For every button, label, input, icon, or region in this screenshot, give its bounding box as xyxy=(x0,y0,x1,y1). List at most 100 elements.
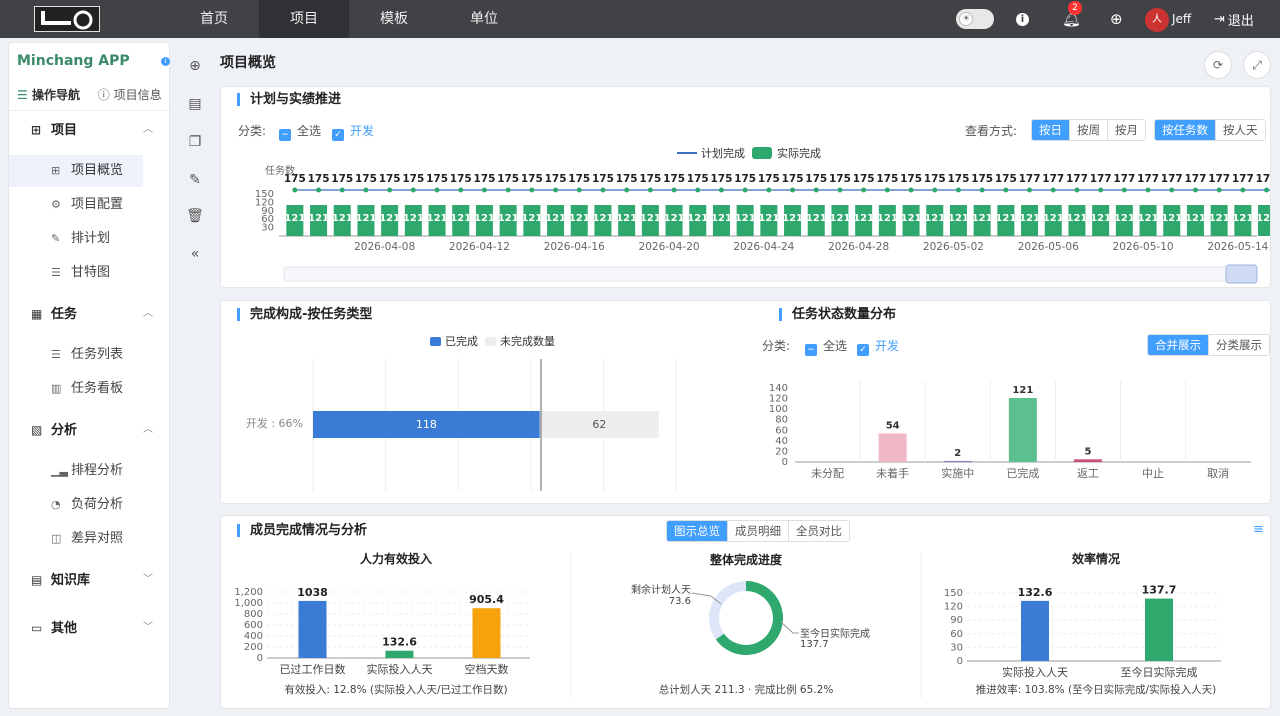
y-tick-label: 600 xyxy=(244,620,263,631)
panel-task-breakdown: 完成构成-按任务类型 任务状态数量分布 分类: − 全选 ✓ 开发 合并展示 分类展… xyxy=(220,300,1271,504)
plan-point xyxy=(505,187,511,193)
collapse-left-icon[interactable]: « xyxy=(185,244,205,264)
tab-nav[interactable]: ☰ 操作导航 xyxy=(17,88,80,102)
x-tick-label: 实施中 xyxy=(941,466,974,480)
sidebar-item-load-analysis[interactable]: ◔ 负荷分析 xyxy=(9,489,171,521)
actual-bar-label: 121 xyxy=(498,213,519,224)
refresh-icon: ⟳ xyxy=(1212,58,1224,72)
gear-icon: ⚙ xyxy=(51,198,61,211)
plan-point xyxy=(292,187,298,193)
status-bar xyxy=(1073,459,1102,462)
sidebar-item-task-list[interactable]: ☰ 任务列表 xyxy=(9,339,171,371)
edit-icon[interactable]: ✎ xyxy=(185,170,205,190)
actual-bar-label: 121 xyxy=(664,213,685,224)
info-icon[interactable]: i xyxy=(1016,0,1029,38)
document-icon[interactable]: ▤ xyxy=(185,94,205,114)
avatar[interactable]: 人 xyxy=(1145,8,1169,32)
actual-bar-label: 121 xyxy=(687,213,708,224)
plan-point-label: 175 xyxy=(663,173,685,185)
sidebar-group-task[interactable]: ▦ 任务 ︿ xyxy=(9,299,171,329)
fullscreen-icon: ⤢ xyxy=(1252,58,1262,72)
bar-value-label: 132.6 xyxy=(382,636,417,649)
bar xyxy=(385,650,414,658)
tab-info[interactable]: ⓘ 项目信息 xyxy=(98,88,162,102)
plan-point xyxy=(766,187,772,193)
chevron-down-icon: ﹀ xyxy=(143,574,153,585)
sidebar-group-project[interactable]: ⊞ 项目 ︿ xyxy=(9,115,171,145)
footer-efficiency: 推进效率: 103.8% (至今日实际完成/实际投入人天) xyxy=(976,683,1216,696)
actual-bar-label: 121 xyxy=(569,213,590,224)
plan-point xyxy=(1121,187,1127,193)
x-tick-label: 2026-04-12 xyxy=(449,241,510,253)
actual-bar-label: 121 xyxy=(403,213,424,224)
sidebar-group-analysis[interactable]: ▧ 分析 ︿ xyxy=(9,415,171,445)
nav-tab-unit[interactable]: 单位 xyxy=(439,0,529,38)
item-label: 甘特图 xyxy=(71,265,111,280)
actual-bar-label: 121 xyxy=(1067,213,1088,224)
sidebar-item-gantt[interactable]: ☰ 甘特图 xyxy=(9,257,171,289)
x-tick-label: 至今日实际完成 xyxy=(1121,665,1198,679)
plan-point xyxy=(529,187,535,193)
bar-value-label: 1038 xyxy=(297,586,328,599)
plan-point-label: 177 xyxy=(1019,173,1041,185)
actual-bar-label: 121 xyxy=(1090,213,1111,224)
username[interactable]: Jeff xyxy=(1172,0,1191,38)
status-bar xyxy=(943,460,972,462)
pencil-icon: ✎ xyxy=(51,232,61,245)
group-label: 任务 xyxy=(51,307,78,322)
sidebar-item-sched-analysis[interactable]: ▁▃ 排程分析 xyxy=(9,455,171,487)
undone-bar-label: 62 xyxy=(592,418,606,431)
plan-point-label: 175 xyxy=(450,173,472,185)
logout-button[interactable]: ⇥ 退出 xyxy=(1214,0,1254,38)
y-tick-label: 20 xyxy=(775,446,788,457)
actual-bar-label: 121 xyxy=(284,213,305,224)
plan-point xyxy=(908,187,914,193)
book-icon: ▤ xyxy=(31,573,43,587)
plan-point xyxy=(387,187,393,193)
sidebar-item-diff-compare[interactable]: ◫ 差异对照 xyxy=(9,523,171,555)
nav-tab-home[interactable]: 首页 xyxy=(169,0,259,38)
app-info-icon[interactable]: i xyxy=(161,57,170,66)
nav-tab-template[interactable]: 模板 xyxy=(349,0,439,38)
tab-info-label: 项目信息 xyxy=(113,88,162,102)
actual-bar-label: 121 xyxy=(782,213,803,224)
plan-point xyxy=(671,187,677,193)
sidebar-group-kb[interactable]: ▤ 知识库 ﹀ xyxy=(9,565,171,595)
actual-bar-label: 121 xyxy=(640,213,661,224)
globe-icon[interactable]: ⊕ xyxy=(1110,0,1123,38)
actual-bar-label: 121 xyxy=(735,213,756,224)
chevron-up-icon: ︿ xyxy=(143,308,153,319)
sidebar-item-config[interactable]: ⚙ 项目配置 xyxy=(9,189,171,221)
y-tick-label: 30 xyxy=(950,642,963,653)
y-tick-label: 200 xyxy=(244,642,263,653)
actual-bar-label: 121 xyxy=(877,213,898,224)
refresh-button[interactable]: ⟳ xyxy=(1204,51,1232,79)
copy-icon[interactable]: ❐ xyxy=(185,132,205,152)
bar-value-label: 137.7 xyxy=(1142,584,1177,597)
y-tick-label: 150 xyxy=(944,588,963,599)
plan-point-label: 175 xyxy=(497,173,519,185)
theme-toggle[interactable]: ☀ xyxy=(956,9,994,29)
sidebar-group-other[interactable]: ▭ 其他 ﹀ xyxy=(9,613,171,643)
data-zoom-handle[interactable] xyxy=(1225,264,1258,284)
data-zoom-slider[interactable] xyxy=(283,266,1258,282)
plan-point xyxy=(647,187,653,193)
actual-bar-label: 121 xyxy=(545,213,566,224)
plan-point-label: 175 xyxy=(284,173,306,185)
actual-bar-label: 121 xyxy=(1138,213,1159,224)
actual-bar-label: 121 xyxy=(995,213,1016,224)
nav-tab-project[interactable]: 项目 xyxy=(259,0,349,38)
trash-icon[interactable]: 🗑︎ xyxy=(185,206,205,226)
fullscreen-button[interactable]: ⤢ xyxy=(1243,51,1271,79)
sidebar-item-overview[interactable]: ⊞ 项目概览 xyxy=(9,155,143,187)
company-logo[interactable] xyxy=(34,6,100,32)
sidebar-item-task-board[interactable]: ▥ 任务看板 xyxy=(9,373,171,405)
plan-point-label: 177 xyxy=(1232,173,1254,185)
legend-undone-label: 未完成数量 xyxy=(500,334,555,348)
compare-icon: ◫ xyxy=(51,532,62,545)
add-circle-icon[interactable]: ⊕ xyxy=(185,56,205,76)
actual-bar-label: 121 xyxy=(450,213,471,224)
panel-plan-vs-actual: 计划与实绩推进 分类: − 全选 ✓ 开发 查看方式: 按日 按周 按月 按任务数 … xyxy=(220,86,1271,288)
actual-bar-label: 121 xyxy=(1161,213,1182,224)
sidebar-item-schedule[interactable]: ✎ 排计划 xyxy=(9,223,171,255)
